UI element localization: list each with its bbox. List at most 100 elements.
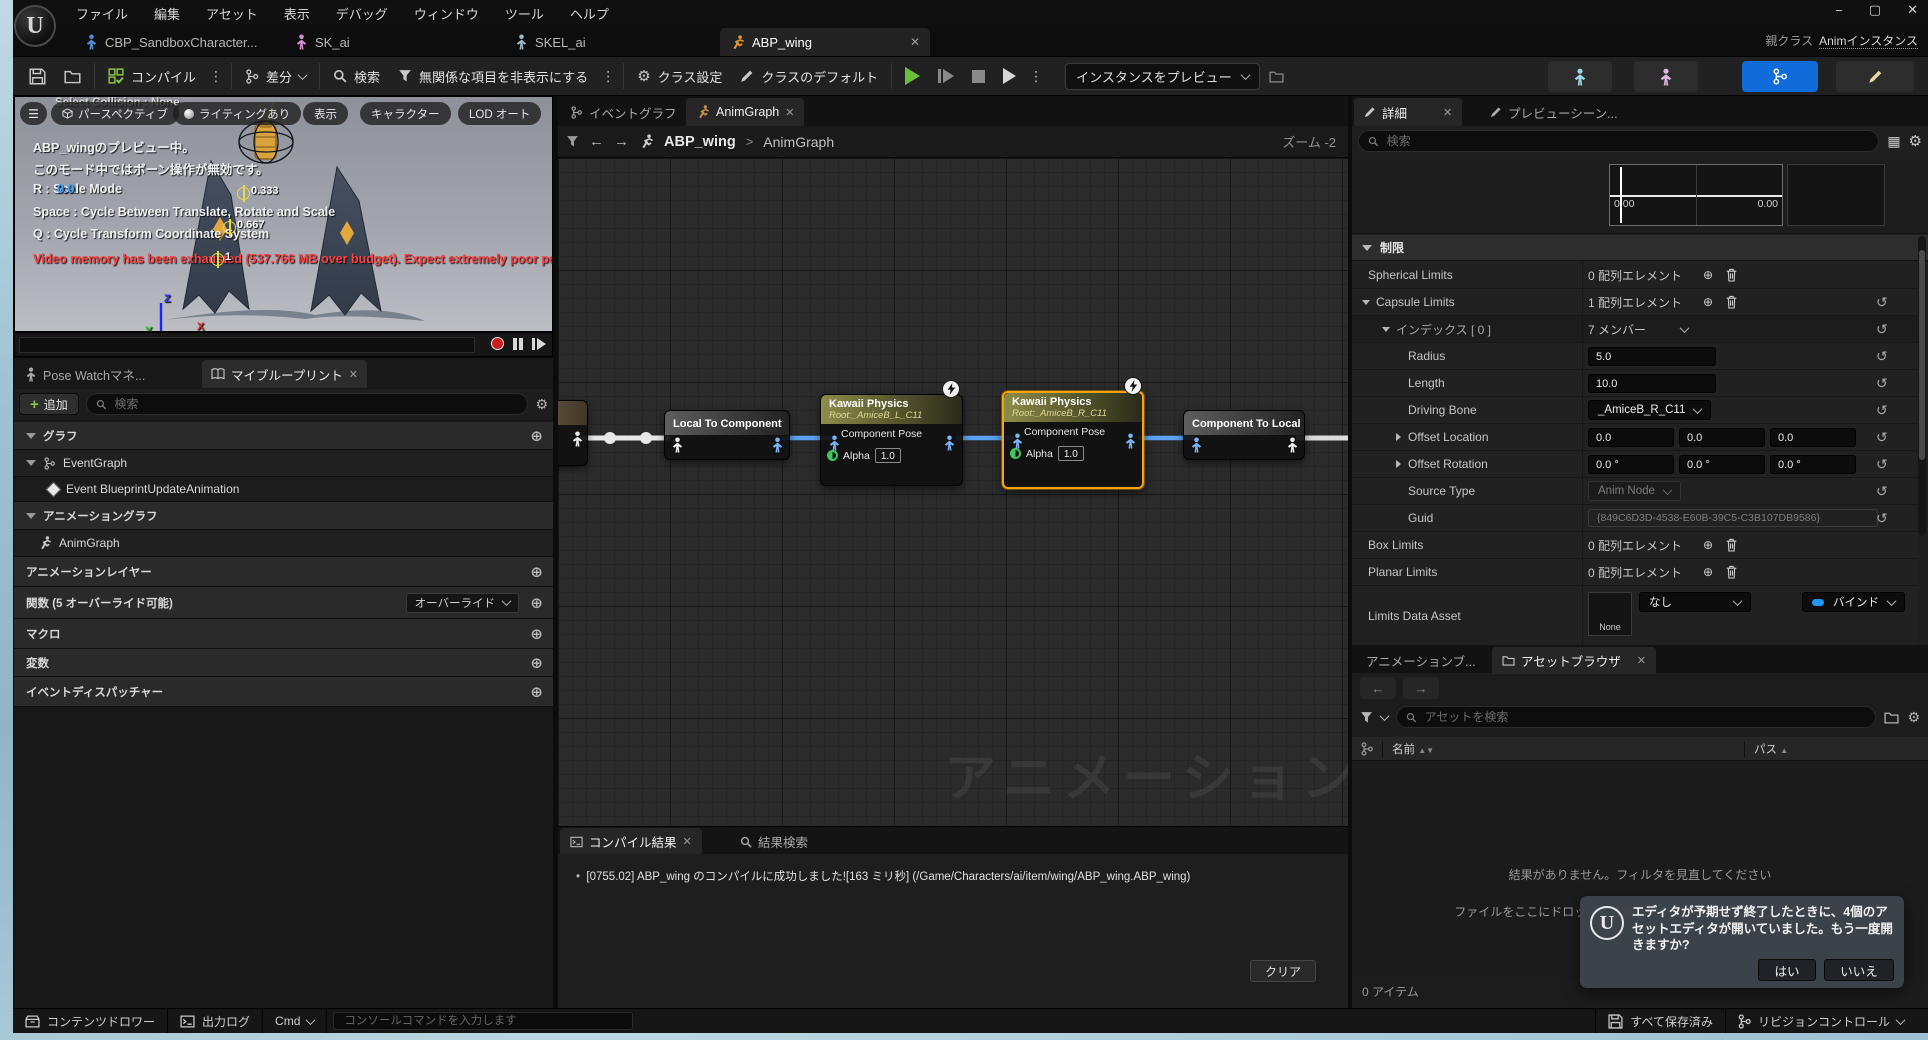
- pose-pin-in[interactable]: [671, 437, 684, 453]
- console-command-field[interactable]: [333, 1012, 633, 1030]
- offset-rotation-z-input[interactable]: 0.0 °: [1770, 455, 1856, 474]
- viewport-lit-button[interactable]: ライティングあり: [173, 102, 301, 125]
- offset-location-x-input[interactable]: 0.0: [1588, 428, 1674, 447]
- details-search-input[interactable]: [1385, 133, 1870, 149]
- pause-button[interactable]: [513, 338, 523, 350]
- reset-icon[interactable]: ↺: [1876, 321, 1888, 338]
- section-graphs[interactable]: グラフ⊕: [14, 422, 553, 450]
- tab-pose-watch-manager[interactable]: Pose Watchマネ...: [16, 360, 154, 388]
- section-animation-graphs[interactable]: アニメーショングラフ: [14, 502, 553, 530]
- frame-skip-button[interactable]: [929, 56, 963, 96]
- reset-icon[interactable]: ↺: [1876, 510, 1888, 527]
- radius-input[interactable]: 5.0: [1588, 347, 1716, 366]
- tab-my-blueprint[interactable]: マイブループリント ✕: [202, 360, 367, 388]
- pose-pin-out[interactable]: [1286, 437, 1299, 453]
- source-column-icon[interactable]: [1361, 742, 1373, 756]
- row-event-update-animation[interactable]: Event BlueprintUpdateAnimation: [14, 477, 553, 502]
- preview-pawn-button[interactable]: [1260, 56, 1293, 96]
- browser-back-button[interactable]: ←: [1360, 677, 1396, 699]
- alpha-value-input[interactable]: 1.0: [1058, 446, 1084, 461]
- compile-log-entry[interactable]: • [0755.02] ABP_wing のコンパイルに成功しました![163 …: [576, 868, 1190, 884]
- row-driving-bone[interactable]: Driving Bone_AmiceB_R_C11↺: [1352, 397, 1918, 424]
- menu-asset[interactable]: アセット: [206, 4, 258, 23]
- toast-yes-button[interactable]: はい: [1758, 959, 1816, 981]
- hide-unrelated-options-icon[interactable]: ⋮: [597, 68, 619, 85]
- trash-icon[interactable]: [1725, 295, 1738, 309]
- cmd-dropdown[interactable]: Cmd: [263, 1009, 327, 1033]
- nav-back-icon[interactable]: ←: [589, 133, 604, 150]
- output-log-button[interactable]: 出力ログ: [168, 1009, 263, 1033]
- override-dropdown[interactable]: オーバーライド: [406, 593, 519, 613]
- section-macros[interactable]: マクロ⊕: [14, 619, 553, 649]
- row-radius[interactable]: Radius5.0↺: [1352, 343, 1918, 370]
- bookmark-icon[interactable]: [566, 135, 579, 148]
- add-element-icon[interactable]: ⊕: [1703, 565, 1713, 579]
- row-offset-location[interactable]: Offset Location0.00.00.0↺: [1352, 424, 1918, 451]
- blueprint-mode-button[interactable]: [1742, 61, 1818, 92]
- add-graph-icon[interactable]: ⊕: [530, 427, 543, 445]
- viewport-menu-button[interactable]: ☰: [20, 102, 47, 125]
- offset-location-y-input[interactable]: 0.0: [1679, 428, 1765, 447]
- play-button[interactable]: [896, 56, 929, 96]
- gear-icon[interactable]: ⚙: [1909, 132, 1922, 150]
- trash-icon[interactable]: [1725, 538, 1738, 552]
- save-status-button[interactable]: すべて保存済み: [1595, 1009, 1725, 1033]
- clear-button[interactable]: クリア: [1250, 960, 1316, 982]
- alpha-pin[interactable]: [1010, 448, 1021, 459]
- class-settings-button[interactable]: ⚙ クラス設定: [628, 56, 731, 96]
- row-capsule-limits[interactable]: Capsule Limits1 配列エレメント⊕↺: [1352, 289, 1918, 316]
- reset-icon[interactable]: ↺: [1876, 456, 1888, 473]
- hide-unrelated-button[interactable]: 無関係な項目を非表示にする: [389, 56, 597, 96]
- tab-close-icon[interactable]: ✕: [349, 368, 358, 381]
- tab-find-results[interactable]: 結果検索: [730, 828, 818, 855]
- asset-search-input[interactable]: [1423, 709, 1867, 725]
- tab-compiler-results[interactable]: コンパイル結果 ✕: [560, 828, 702, 855]
- curve-track-extra[interactable]: [1787, 164, 1885, 226]
- add-element-icon[interactable]: ⊕: [1703, 268, 1713, 282]
- my-blueprint-search-input[interactable]: [112, 396, 518, 412]
- viewport-show-button[interactable]: 表示: [303, 102, 348, 125]
- node-local-to-component[interactable]: Local To Component: [664, 410, 790, 460]
- tab-preview-scene[interactable]: プレビューシーン...: [1480, 98, 1628, 126]
- reset-icon[interactable]: ↺: [1876, 402, 1888, 419]
- add-dispatcher-icon[interactable]: ⊕: [530, 683, 543, 701]
- asset-search[interactable]: [1396, 706, 1876, 728]
- offset-location-z-input[interactable]: 0.0: [1770, 428, 1856, 447]
- compile-button[interactable]: コンパイル: [99, 56, 205, 96]
- menu-edit[interactable]: 編集: [154, 4, 180, 23]
- mesh-mode-button[interactable]: [1634, 61, 1698, 92]
- parent-class-link[interactable]: Animインスタンス: [1819, 34, 1918, 49]
- tab-close-icon[interactable]: ✕: [1443, 106, 1452, 119]
- browse-asset-button[interactable]: [55, 56, 90, 96]
- pose-pin-in[interactable]: [1190, 437, 1203, 453]
- reset-icon[interactable]: ↺: [1876, 348, 1888, 365]
- folder-picker-icon[interactable]: [1884, 711, 1899, 724]
- section-event-dispatchers[interactable]: イベントディスパッチャー⊕: [14, 677, 553, 707]
- gear-icon[interactable]: ⚙: [1907, 709, 1920, 726]
- tab-close-icon[interactable]: ✕: [785, 106, 794, 119]
- preview-instance-select[interactable]: インスタンスをプレビュー: [1065, 63, 1259, 90]
- nav-forward-icon[interactable]: →: [614, 133, 629, 150]
- tab-abp-wing[interactable]: ABP_wing ✕: [720, 28, 930, 56]
- node-component-to-local[interactable]: Component To Local: [1183, 410, 1305, 460]
- curve-cursor[interactable]: [1620, 167, 1622, 223]
- add-variable-icon[interactable]: ⊕: [530, 654, 543, 672]
- maximize-button[interactable]: ▢: [1869, 2, 1881, 18]
- details-scrollbar[interactable]: [1918, 236, 1926, 536]
- node-partial[interactable]: se: [558, 400, 588, 466]
- menu-debug[interactable]: デバッグ: [336, 4, 388, 23]
- chevron-down-icon[interactable]: [1380, 711, 1390, 721]
- tab-details[interactable]: 詳細 ✕: [1354, 98, 1462, 126]
- timeline-track[interactable]: [19, 337, 475, 353]
- restore-assets-toast[interactable]: U エディタが予期せず終了したときに、4個のアセットエディタが開いていました。も…: [1580, 896, 1904, 988]
- chevron-down-icon[interactable]: [1680, 323, 1690, 333]
- section-limits[interactable]: 制限: [1352, 235, 1928, 261]
- tab-eventgraph[interactable]: イベントグラフ: [560, 98, 687, 126]
- node-kawaii-physics-left[interactable]: Kawaii Physics Root:_AmiceB_L_C11 Compon…: [820, 394, 963, 486]
- menu-tools[interactable]: ツール: [505, 4, 544, 23]
- row-spherical-limits[interactable]: Spherical Limits0 配列エレメント⊕: [1352, 262, 1918, 289]
- animgraph-canvas[interactable]: アニメーション se Local To Component Kawaii Phy…: [558, 158, 1348, 826]
- record-button[interactable]: [491, 337, 504, 350]
- add-element-icon[interactable]: ⊕: [1703, 295, 1713, 309]
- reset-icon[interactable]: ↺: [1876, 294, 1888, 311]
